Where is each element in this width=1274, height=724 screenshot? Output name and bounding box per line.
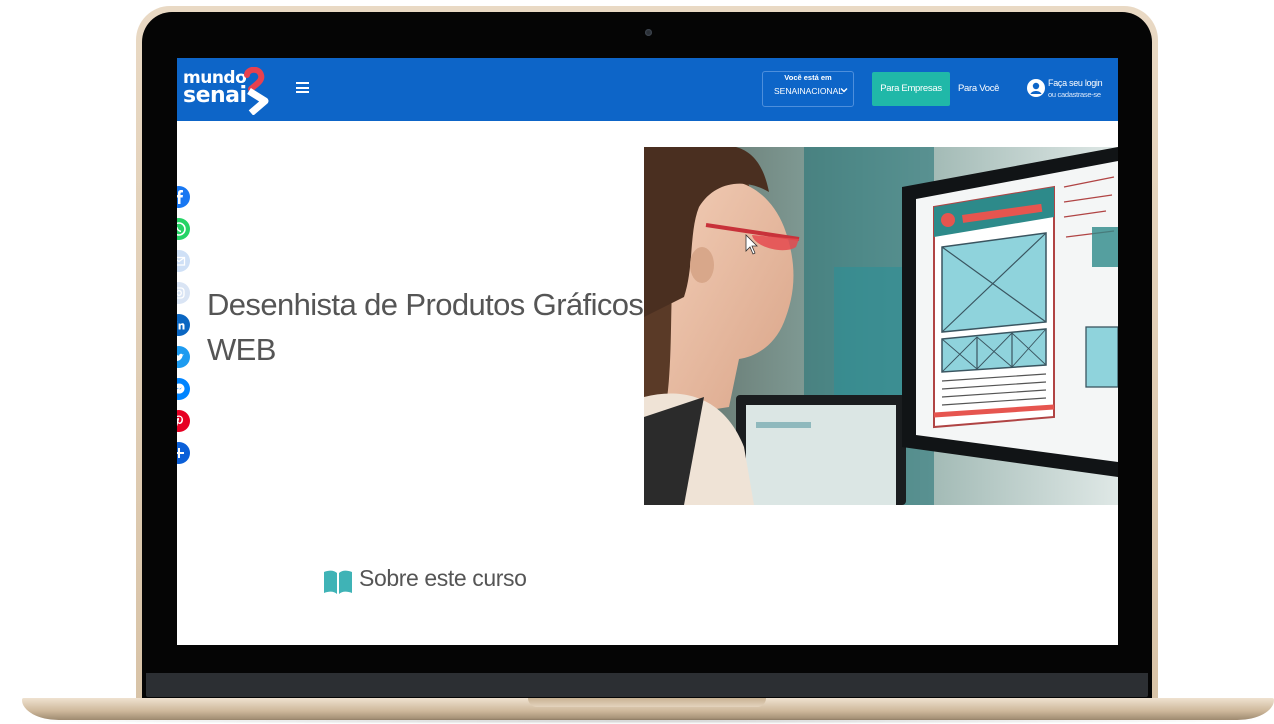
region-value: SENAINACIONAL — [774, 86, 843, 96]
logo-mark-icon — [244, 67, 269, 115]
course-hero-image — [644, 147, 1118, 505]
user-circle-icon — [1027, 79, 1045, 97]
pinterest-icon[interactable] — [177, 410, 190, 432]
site-header: mundo senai Você está em SENAINACIONAL P… — [177, 58, 1118, 121]
region-caption: Você está em — [784, 73, 832, 82]
share-plus-icon[interactable] — [177, 442, 190, 464]
laptop-shadow — [0, 718, 1274, 724]
messenger-icon[interactable] — [177, 378, 190, 400]
browser-viewport: mundo senai Você está em SENAINACIONAL P… — [177, 58, 1118, 645]
hamburger-menu-icon[interactable] — [296, 82, 309, 93]
laptop-hinge-notch — [528, 698, 766, 707]
twitter-icon[interactable] — [177, 346, 190, 368]
mundo-senai-logo[interactable]: mundo senai — [183, 67, 275, 115]
login-subtitle: ou cadastrase-se — [1048, 90, 1101, 99]
social-share-bar — [177, 186, 192, 474]
email-icon[interactable] — [177, 250, 190, 272]
facebook-icon[interactable] — [177, 186, 190, 208]
about-course-heading-text: Sobre este curso — [359, 565, 527, 591]
instagram-icon[interactable] — [177, 282, 190, 304]
menu-bar — [296, 91, 309, 93]
login-title: Faça seu login — [1048, 78, 1103, 88]
for-companies-button[interactable]: Para Empresas — [872, 72, 950, 106]
chevron-down-icon — [840, 88, 848, 93]
logo-wordmark: mundo senai — [183, 70, 247, 108]
region-select[interactable]: Você está em SENAINACIONAL — [762, 71, 854, 107]
laptop-bezel-bottom — [146, 673, 1148, 697]
course-title: Desenhista de Produtos Gráficos WEB — [207, 287, 644, 367]
menu-bar — [296, 86, 309, 89]
logo-line-2: senai — [183, 83, 247, 108]
menu-bar — [296, 82, 309, 84]
login-link[interactable]: Faça seu login ou cadastrase-se — [1027, 77, 1115, 103]
hero-illustration — [644, 147, 1118, 505]
webcam — [645, 29, 652, 36]
linkedin-icon[interactable] — [177, 314, 190, 336]
for-you-link[interactable]: Para Você — [958, 83, 999, 94]
open-book-icon — [324, 570, 352, 594]
whatsapp-icon[interactable] — [177, 218, 190, 240]
